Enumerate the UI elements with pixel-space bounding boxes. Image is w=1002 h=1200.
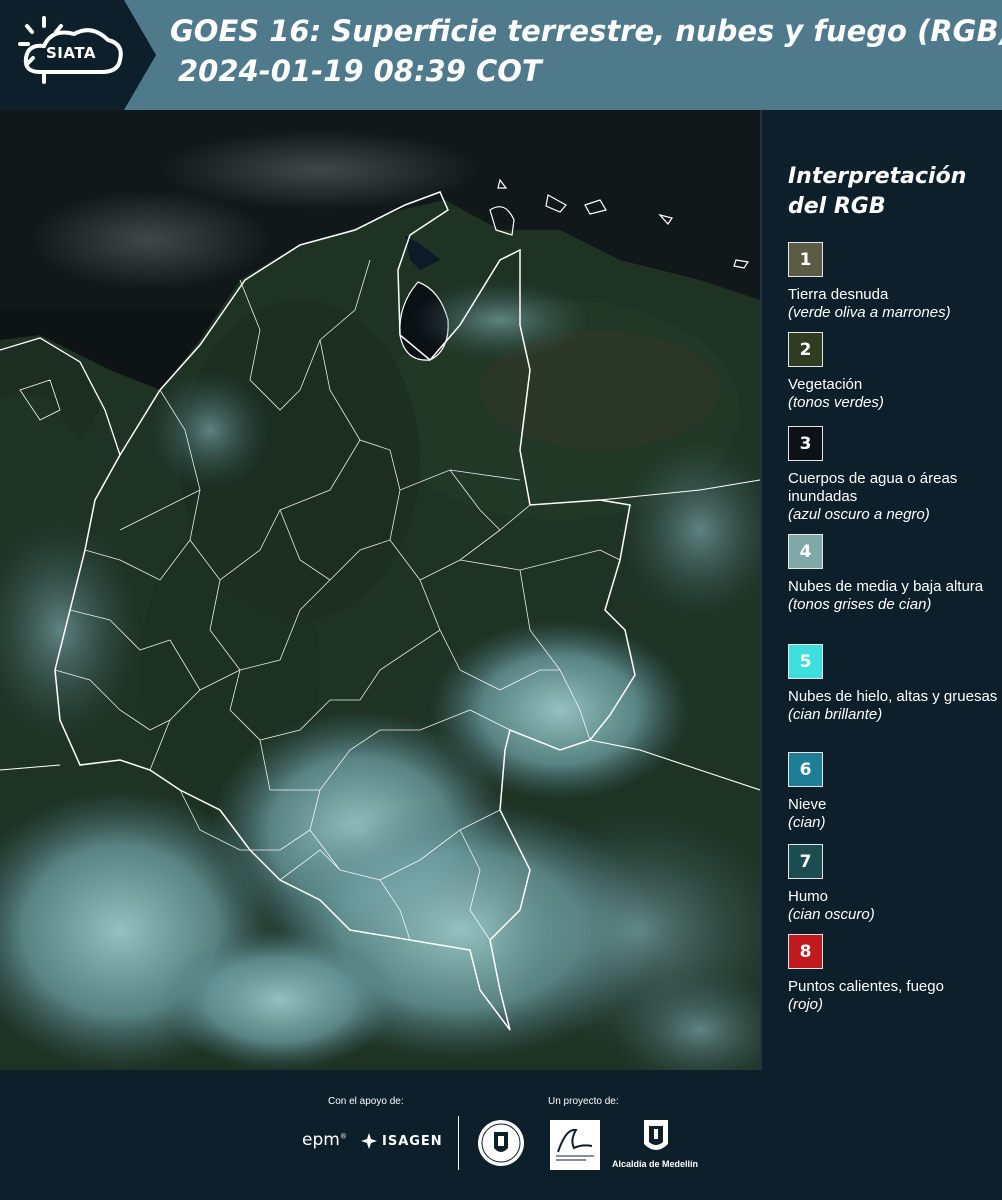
legend-swatch: 2 (788, 332, 823, 367)
university-seal-icon[interactable] (476, 1118, 526, 1168)
legend-label: Puntos calientes, fuego (788, 978, 944, 995)
legend-label: Nubes de media y baja altura (788, 578, 984, 595)
legend-item: 8 Puntos calientes, fuego (rojo) (788, 934, 998, 1014)
legend-swatch: 1 (788, 242, 823, 277)
satellite-map[interactable] (0, 110, 760, 1070)
legend-label: Vegetación (788, 376, 863, 393)
legend-label: Humo (788, 888, 829, 905)
legend-title: Interpretación del RGB (788, 164, 967, 219)
legend-label: Cuerpos de agua o áreas inundadas (788, 470, 958, 505)
support-label: Con el apoyo de: (328, 1096, 404, 1107)
alcaldia-medellin-shield-icon[interactable] (642, 1118, 670, 1156)
satellite-rgb-map-image (0, 110, 760, 1070)
footer-divider (458, 1116, 459, 1170)
legend-item: 3 Cuerpos de agua o áreas inundadas (azul … (788, 426, 998, 524)
legend-panel: Interpretación del RGB 1 Tierra desnuda (v… (762, 110, 1002, 1070)
legend-item: 2 Vegetación (tonos verdes) (788, 332, 998, 412)
isagen-star-icon (361, 1133, 377, 1149)
legend-swatch: 8 (788, 934, 823, 969)
legend-item: 1 Tierra desnuda (verde oliva a marrones) (788, 242, 998, 322)
legend-item: 5 Nubes de hielo, altas y gruesas (cian br… (788, 644, 998, 724)
alcaldia-medellin-label: Alcaldía de Medellín (612, 1159, 699, 1169)
legend-item: 7 Humo (cian oscuro) (788, 844, 998, 924)
legend-swatch: 6 (788, 752, 823, 787)
timestamp: 2024-01-19 08:39 COT (178, 54, 542, 88)
isagen-logo[interactable]: ISAGEN (360, 1132, 443, 1150)
legend-swatch: 4 (788, 534, 823, 569)
legend-sublabel: (azul oscuro a negro) (788, 506, 930, 523)
legend-swatch: 3 (788, 426, 823, 461)
legend-item: 6 Nieve (cian) (788, 752, 998, 832)
legend-label: Nieve (788, 796, 827, 813)
legend-sublabel: (rojo) (788, 996, 824, 1013)
legend-sublabel: (verde oliva a marrones) (788, 304, 951, 321)
legend-sublabel: (cian oscuro) (788, 906, 875, 923)
legend-item: 4 Nubes de media y baja altura (tonos gris… (788, 534, 998, 614)
legend-sublabel: (tonos verdes) (788, 394, 884, 411)
legend-swatch: 7 (788, 844, 823, 879)
legend-swatch: 5 (788, 644, 823, 679)
project-label: Un proyecto de: (548, 1096, 619, 1107)
legend-label: Nubes de hielo, altas y gruesas (788, 688, 998, 705)
footer: Con el apoyo de: Un proyecto de: epm® IS… (0, 1070, 1002, 1200)
header: SIATA GOES 16: Superficie terrestre, nub… (0, 0, 1002, 110)
siata-logo-text: SIATA (46, 44, 97, 62)
epm-logo[interactable]: epm® (302, 1130, 347, 1150)
area-metropolitana-logo-icon[interactable] (550, 1120, 600, 1170)
legend-sublabel: (cian) (788, 814, 826, 831)
legend-sublabel: (cian brillante) (788, 706, 883, 723)
legend-sublabel: (tonos grises de cian) (788, 596, 932, 613)
siata-logo[interactable]: SIATA (0, 0, 156, 110)
legend-label: Tierra desnuda (788, 286, 889, 303)
page-title: GOES 16: Superficie terrestre, nubes y f… (170, 14, 1002, 48)
